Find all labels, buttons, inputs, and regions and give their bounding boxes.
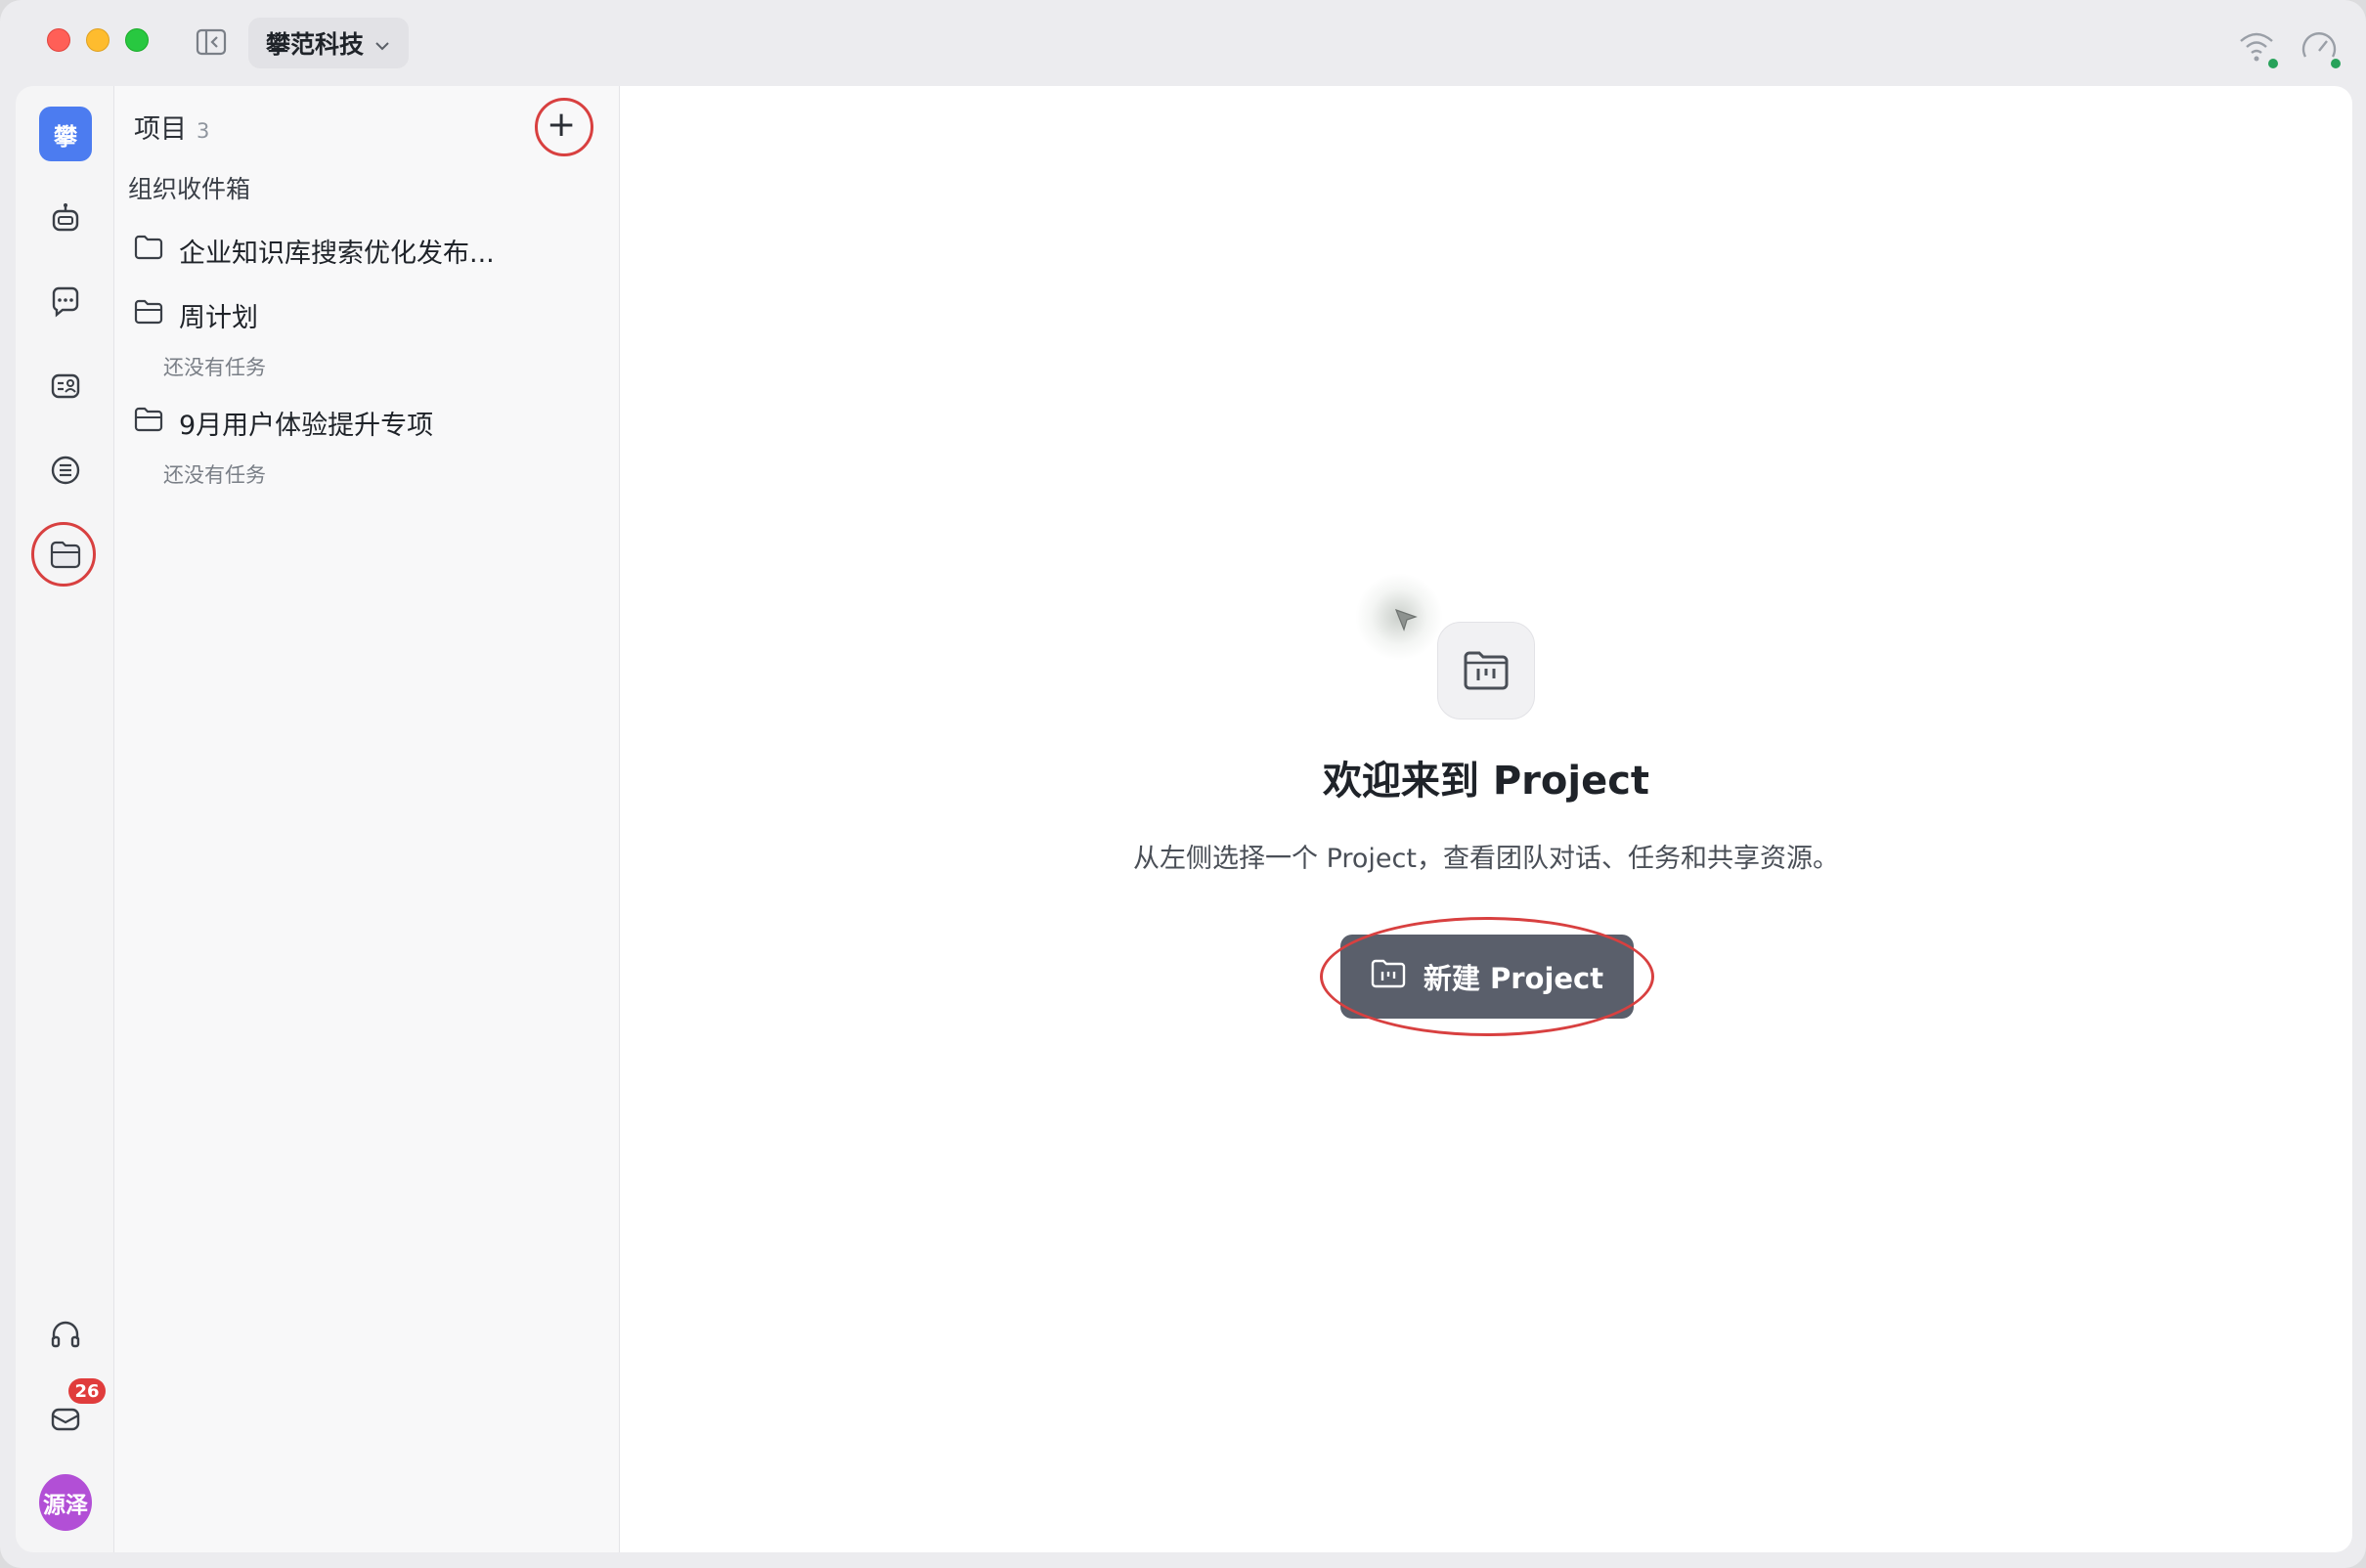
folder-open-icon [134,407,163,439]
user-avatar-button[interactable]: 源泽 [39,1474,92,1531]
list-doc-icon[interactable] [39,444,92,497]
new-project-label: 新建 Project [1423,962,1604,995]
add-project-button[interactable]: + [547,106,576,145]
nav-rail: 攀 26 源泽 [16,86,113,1552]
main-content: 欢迎来到 Project 从左侧选择一个 Project，查看团队对话、任务和共… [620,86,2352,1552]
robot-icon[interactable] [39,192,92,244]
project-list-panel: 项目 3 + 组织收件箱 企业知识库搜索优化发布... 周计划 还没有任务 9月… [113,86,620,1552]
mail-icon [51,1408,80,1431]
sidebar-toggle-icon[interactable] [196,28,227,56]
org-avatar: 攀 [39,107,92,161]
org-switcher[interactable]: 攀范科技 [248,18,410,68]
wifi-icon[interactable] [2237,27,2278,68]
unread-badge: 26 [68,1378,106,1404]
project-name: 9月用户体验提升专项 [179,410,434,441]
empty-task-note: 还没有任务 [163,463,266,487]
status-dot [2268,59,2278,68]
project-item[interactable]: 企业知识库搜索优化发布... [134,229,495,272]
welcome-subtitle: 从左侧选择一个 Project，查看团队对话、任务和共享资源。 [1133,844,1839,874]
welcome-title: 欢迎来到 Project [1322,759,1650,804]
contact-card-icon[interactable] [39,360,92,413]
new-project-button[interactable]: 新建 Project [1340,935,1634,1019]
panel-title: 项目 [134,114,187,145]
org-avatar-button[interactable]: 攀 [39,107,92,161]
folder-open-icon [134,299,163,331]
panel-header: 项目 3 [134,108,209,147]
org-name: 攀范科技 [266,30,365,59]
chevron-down-icon [373,29,391,58]
maximize-window-button[interactable] [125,28,149,52]
chat-bubble-icon[interactable] [39,276,92,328]
close-window-button[interactable] [47,28,70,52]
app-window: 攀范科技 攀 26 源泽 项目 3 + 组织收件箱 企业知识库搜索优化发布...… [0,0,2366,1568]
project-item[interactable]: 周计划 [134,293,258,336]
mail-button[interactable]: 26 [39,1378,106,1445]
project-name: 周计划 [179,302,258,333]
folder-icon[interactable] [39,528,92,581]
gauge-icon[interactable] [2300,27,2341,68]
pointer-cursor-icon [1392,606,1420,633]
headphones-icon[interactable] [39,1308,92,1361]
project-count: 3 [197,119,210,143]
project-name: 企业知识库搜索优化发布... [179,238,495,269]
org-inbox[interactable]: 组织收件箱 [128,170,250,205]
folder-chart-icon [1371,959,1406,995]
title-bar: 攀范科技 [0,0,2366,86]
project-hero-icon [1437,622,1535,719]
folder-icon [134,235,163,267]
project-item[interactable]: 9月用户体验提升专项 [134,401,433,444]
user-avatar: 源泽 [39,1474,92,1531]
minimize-window-button[interactable] [86,28,110,52]
status-dot [2331,59,2341,68]
empty-task-note: 还没有任务 [163,356,266,379]
